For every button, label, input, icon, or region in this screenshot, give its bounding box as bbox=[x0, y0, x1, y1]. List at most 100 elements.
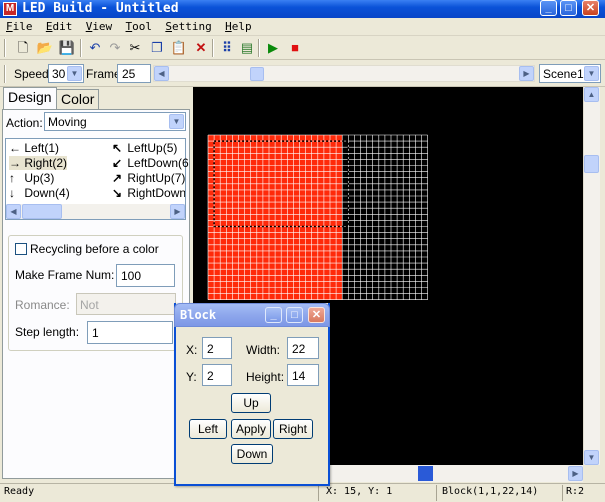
romance-select[interactable]: Not bbox=[76, 293, 176, 315]
step-length-input[interactable]: 1 bbox=[87, 321, 173, 344]
scene-value: Scene1 bbox=[543, 67, 584, 81]
cut-icon[interactable]: ✂ bbox=[126, 39, 144, 57]
frame-toolbar: Speed: 30 ▼ Frame: 25 ◀ ▶ Scene1 ▼ bbox=[0, 61, 605, 87]
list-item-label: LeftUp(5) bbox=[127, 141, 178, 155]
chevron-down-icon[interactable]: ▼ bbox=[584, 450, 599, 465]
window-title: LED Build - Untitled bbox=[22, 1, 179, 16]
menu-edit[interactable]: Edit bbox=[40, 18, 77, 33]
properties-icon[interactable]: ▤ bbox=[238, 39, 256, 57]
apply-button[interactable]: Apply bbox=[231, 419, 271, 439]
stop-icon[interactable]: ■ bbox=[286, 39, 304, 57]
list-item-label: RightDown( bbox=[127, 186, 185, 200]
new-file-icon[interactable]: 🗋 bbox=[14, 39, 32, 57]
block-dialog-titlebar[interactable]: Block _ □ ✕ bbox=[174, 303, 330, 327]
list-item[interactable]: ↗ RightUp(7) bbox=[112, 171, 185, 185]
list-item[interactable]: ↖ LeftUp(5) bbox=[112, 141, 177, 155]
chevron-right-icon[interactable]: ▶ bbox=[519, 66, 534, 81]
arrow-up-icon: ↑ bbox=[9, 171, 15, 185]
action-list[interactable]: ← Left(1) → Right(2) ↑ Up(3) ↓ Down(4) ↖… bbox=[5, 138, 189, 220]
action-label: Action: bbox=[6, 116, 43, 130]
scroll-thumb[interactable] bbox=[22, 204, 62, 219]
list-item-selected[interactable]: → Right(2) bbox=[9, 156, 68, 170]
left-button[interactable]: Left bbox=[189, 419, 227, 439]
status-ready: Ready bbox=[4, 486, 35, 497]
canvas-vscroll[interactable]: ▲ ▼ bbox=[583, 87, 600, 465]
arrow-up-left-icon: ↖ bbox=[112, 141, 123, 155]
arrow-right-icon: → bbox=[9, 156, 21, 170]
make-frame-input[interactable]: 100 bbox=[116, 264, 175, 287]
list-item[interactable]: ↘ RightDown( bbox=[112, 186, 185, 200]
minimize-button[interactable]: _ bbox=[540, 0, 557, 16]
list-item[interactable]: ↓ Down(4) bbox=[9, 186, 70, 200]
up-button[interactable]: Up bbox=[231, 393, 271, 413]
menu-help[interactable]: Help bbox=[219, 18, 256, 33]
tab-design[interactable]: Design bbox=[3, 87, 57, 109]
chevron-left-icon[interactable]: ◀ bbox=[154, 66, 169, 81]
speed-label: Speed: bbox=[14, 67, 53, 81]
save-icon[interactable]: 💾 bbox=[58, 39, 76, 57]
close-button[interactable]: ✕ bbox=[582, 0, 599, 16]
height-input[interactable]: 14 bbox=[287, 364, 319, 386]
chevron-down-icon[interactable]: ▼ bbox=[169, 114, 184, 129]
undo-icon[interactable]: ↶ bbox=[86, 39, 104, 57]
x-input[interactable]: 2 bbox=[202, 337, 232, 359]
open-folder-icon[interactable]: 📂 bbox=[36, 39, 54, 57]
menu-view-label: iew bbox=[92, 20, 113, 33]
list-item[interactable]: ↑ Up(3) bbox=[9, 171, 54, 185]
list-item-label: Down(4) bbox=[24, 186, 70, 200]
copy-icon[interactable]: ❐ bbox=[148, 39, 166, 57]
menu-file[interactable]: File bbox=[0, 18, 37, 33]
make-frame-label: Make Frame Num: bbox=[15, 268, 115, 282]
minimize-button[interactable]: _ bbox=[265, 307, 282, 323]
arrow-down-left-icon: ↙ bbox=[112, 156, 123, 170]
y-label: Y: bbox=[186, 370, 197, 384]
delete-icon[interactable]: ✕ bbox=[192, 39, 210, 57]
frame-input[interactable]: 25 bbox=[117, 64, 151, 83]
chevron-right-icon[interactable]: ▶ bbox=[568, 466, 583, 481]
slider-thumb[interactable] bbox=[250, 67, 264, 81]
frame-slider[interactable]: ◀ ▶ bbox=[153, 65, 535, 82]
list-hscroll[interactable]: ◀ ▶ bbox=[6, 204, 185, 219]
scene-select[interactable]: Scene1 ▼ bbox=[539, 64, 601, 83]
status-divider bbox=[436, 485, 437, 501]
width-input[interactable]: 22 bbox=[287, 337, 319, 359]
menu-setting-key: S bbox=[165, 20, 172, 33]
list-item[interactable]: ← Left(1) bbox=[9, 141, 59, 155]
menu-setting[interactable]: Setting bbox=[159, 18, 215, 33]
maximize-button[interactable]: □ bbox=[560, 0, 577, 16]
close-button[interactable]: ✕ bbox=[308, 307, 325, 323]
width-label: Width: bbox=[246, 343, 281, 357]
speed-select[interactable]: 30 ▼ bbox=[48, 64, 84, 83]
menu-setting-label: etting bbox=[172, 20, 212, 33]
down-button[interactable]: Down bbox=[231, 444, 273, 464]
toolbar-grip bbox=[4, 39, 6, 57]
scroll-thumb[interactable] bbox=[584, 155, 599, 173]
action-select[interactable]: Moving ▼ bbox=[44, 112, 186, 131]
scroll-thumb[interactable] bbox=[418, 466, 433, 481]
menu-tool[interactable]: Tool bbox=[120, 18, 157, 33]
maximize-button[interactable]: □ bbox=[286, 307, 303, 323]
chevron-down-icon[interactable]: ▼ bbox=[584, 66, 599, 81]
play-icon[interactable]: ▶ bbox=[264, 39, 282, 57]
arrow-left-icon: ← bbox=[9, 141, 21, 155]
chevron-down-icon[interactable]: ▼ bbox=[67, 66, 82, 81]
menu-file-key: F bbox=[6, 20, 13, 33]
redo-icon[interactable]: ↷ bbox=[106, 39, 124, 57]
speed-value: 30 bbox=[52, 67, 66, 81]
tab-color[interactable]: Color bbox=[56, 89, 100, 109]
chevron-left-icon[interactable]: ◀ bbox=[6, 204, 21, 219]
list-item-label: RightUp(7) bbox=[127, 171, 186, 185]
status-divider bbox=[318, 485, 319, 501]
y-input[interactable]: 2 bbox=[202, 364, 232, 386]
menu-view[interactable]: View bbox=[80, 18, 117, 33]
main-toolbar: 🗋 📂 💾 ↶ ↷ ✂ ❐ 📋 ✕ ⠿ ▤ ▶ ■ bbox=[0, 36, 605, 60]
paste-icon[interactable]: 📋 bbox=[170, 39, 188, 57]
right-button[interactable]: Right bbox=[273, 419, 313, 439]
chevron-right-icon[interactable]: ▶ bbox=[170, 204, 185, 219]
recycling-checkbox[interactable] bbox=[15, 243, 27, 255]
chevron-up-icon[interactable]: ▲ bbox=[584, 87, 599, 102]
toolbar-separator bbox=[258, 39, 260, 57]
list-item[interactable]: ↙ LeftDown(6 bbox=[112, 156, 189, 170]
toolbar-separator bbox=[80, 39, 82, 57]
grid-icon[interactable]: ⠿ bbox=[218, 39, 236, 57]
